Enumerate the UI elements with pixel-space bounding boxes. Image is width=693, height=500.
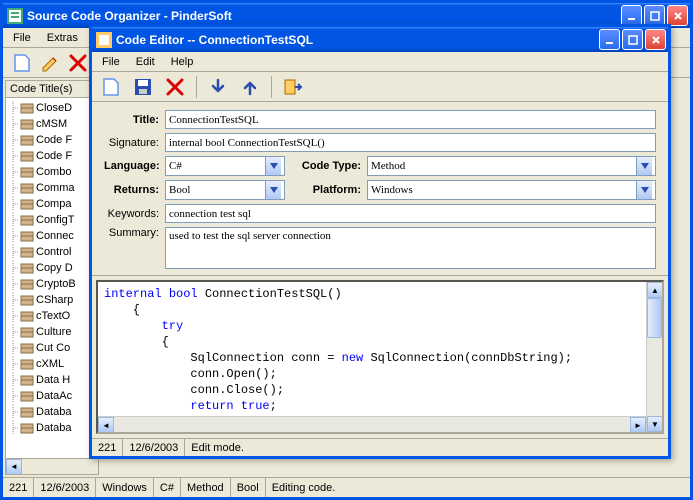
label-returns: Returns: xyxy=(104,184,159,196)
menu-extras[interactable]: Extras xyxy=(41,30,84,46)
language-value: C# xyxy=(169,160,182,172)
label-signature: Signature: xyxy=(104,137,159,149)
tree-item[interactable]: Control xyxy=(8,244,96,260)
editor-minimize-button[interactable] xyxy=(599,29,620,50)
menu-file[interactable]: File xyxy=(7,30,37,46)
tree-item[interactable]: Combo xyxy=(8,164,96,180)
label-summary: Summary: xyxy=(104,227,159,239)
tree-item[interactable]: DataAc xyxy=(8,388,96,404)
scroll-left-icon[interactable]: ◄ xyxy=(98,417,114,433)
status-platform: Windows xyxy=(96,478,154,497)
minimize-button[interactable] xyxy=(621,5,642,26)
editor-statusbar: 221 12/6/2003 Edit mode. xyxy=(92,438,668,456)
exit-icon[interactable] xyxy=(282,76,304,98)
form-area: Title: Signature: Language: C# Code Type… xyxy=(92,102,668,276)
new-icon[interactable] xyxy=(11,52,33,74)
tree-item[interactable]: Code F xyxy=(8,148,96,164)
tree-item[interactable]: Code F xyxy=(8,132,96,148)
editor-status-count: 221 xyxy=(92,439,123,456)
label-language: Language: xyxy=(104,160,159,172)
new-doc-icon[interactable] xyxy=(100,76,122,98)
code-hscroll[interactable]: ◄ ► xyxy=(98,416,646,432)
signature-field[interactable] xyxy=(165,133,656,152)
editor-titlebar[interactable]: Code Editor -- ConnectionTestSQL xyxy=(92,27,668,52)
tree-item[interactable]: cMSM xyxy=(8,116,96,132)
dropdown-arrow-icon xyxy=(265,181,281,199)
status-lang: C# xyxy=(154,478,181,497)
label-platform: Platform: xyxy=(291,184,361,196)
delete-icon[interactable] xyxy=(164,76,186,98)
status-date: 12/6/2003 xyxy=(34,478,96,497)
editor-title: Code Editor -- ConnectionTestSQL xyxy=(116,33,313,47)
up-arrow-icon[interactable] xyxy=(239,76,261,98)
dropdown-arrow-icon xyxy=(636,157,652,175)
code-area: internal bool ConnectionTestSQL() { try … xyxy=(96,280,664,434)
delete-icon[interactable] xyxy=(67,52,89,74)
scroll-down-icon[interactable]: ▼ xyxy=(647,416,663,432)
tree-item[interactable]: Cut Co xyxy=(8,340,96,356)
tree-panel: Code Title(s) CloseDcMSMCode FCode FComb… xyxy=(5,80,99,475)
tree-item[interactable]: Copy D xyxy=(8,260,96,276)
close-button[interactable] xyxy=(667,5,688,26)
editor-maximize-button[interactable] xyxy=(622,29,643,50)
tree-list: CloseDcMSMCode FCode FComboCommaCompaCon… xyxy=(6,98,98,458)
status-return: Bool xyxy=(231,478,266,497)
main-title: Source Code Organizer - PinderSoft xyxy=(27,9,232,23)
editor-icon xyxy=(96,32,112,48)
tree-item[interactable]: CloseD xyxy=(8,100,96,116)
editor-menu-help[interactable]: Help xyxy=(165,54,200,70)
status-type: Method xyxy=(181,478,231,497)
main-statusbar: 221 12/6/2003 Windows C# Method Bool Edi… xyxy=(3,477,690,497)
editor-status-msg: Edit mode. xyxy=(185,439,668,456)
tree-item[interactable]: CSharp xyxy=(8,292,96,308)
scroll-up-icon[interactable]: ▲ xyxy=(647,282,663,298)
tree-item[interactable]: cXML xyxy=(8,356,96,372)
title-field[interactable] xyxy=(165,110,656,129)
tree-item[interactable]: cTextO xyxy=(8,308,96,324)
codetype-value: Method xyxy=(371,160,405,172)
tree-item[interactable]: Compa xyxy=(8,196,96,212)
codetype-select[interactable]: Method xyxy=(367,156,656,176)
dropdown-arrow-icon xyxy=(636,181,652,199)
editor-menu-edit[interactable]: Edit xyxy=(130,54,161,70)
tree-item[interactable]: ConfigT xyxy=(8,212,96,228)
label-codetype: Code Type: xyxy=(291,160,361,172)
tree-item[interactable]: Comma xyxy=(8,180,96,196)
returns-value: Bool xyxy=(169,184,190,196)
summary-field[interactable] xyxy=(165,227,656,269)
editor-close-button[interactable] xyxy=(645,29,666,50)
dropdown-arrow-icon xyxy=(265,157,281,175)
editor-status-date: 12/6/2003 xyxy=(123,439,185,456)
tree-item[interactable]: CryptoB xyxy=(8,276,96,292)
editor-menubar: File Edit Help xyxy=(92,52,668,72)
status-msg: Editing code. xyxy=(266,478,690,497)
label-title: Title: xyxy=(104,114,159,126)
keywords-field[interactable] xyxy=(165,204,656,223)
maximize-button[interactable] xyxy=(644,5,665,26)
scroll-thumb[interactable] xyxy=(647,298,662,338)
code-editor[interactable]: internal bool ConnectionTestSQL() { try … xyxy=(98,282,646,416)
tree-header[interactable]: Code Title(s) xyxy=(6,81,98,98)
tree-item[interactable]: Connec xyxy=(8,228,96,244)
editor-window: Code Editor -- ConnectionTestSQL File Ed… xyxy=(89,24,671,459)
editor-toolbar xyxy=(92,72,668,102)
save-icon[interactable] xyxy=(132,76,154,98)
tree-hscroll[interactable]: ◄ xyxy=(6,458,98,474)
edit-icon[interactable] xyxy=(39,52,61,74)
down-arrow-icon[interactable] xyxy=(207,76,229,98)
app-icon xyxy=(7,8,23,24)
tree-item[interactable]: Data H xyxy=(8,372,96,388)
editor-menu-file[interactable]: File xyxy=(96,54,126,70)
language-select[interactable]: C# xyxy=(165,156,285,176)
scroll-right-icon[interactable]: ► xyxy=(630,417,646,433)
label-keywords: Keywords: xyxy=(104,208,159,220)
code-vscroll[interactable]: ▲ ▼ xyxy=(646,282,662,432)
returns-select[interactable]: Bool xyxy=(165,180,285,200)
tree-item[interactable]: Culture xyxy=(8,324,96,340)
tree-item[interactable]: Databa xyxy=(8,420,96,436)
status-count: 221 xyxy=(3,478,34,497)
tree-item[interactable]: Databa xyxy=(8,404,96,420)
platform-value: Windows xyxy=(371,184,413,196)
platform-select[interactable]: Windows xyxy=(367,180,656,200)
